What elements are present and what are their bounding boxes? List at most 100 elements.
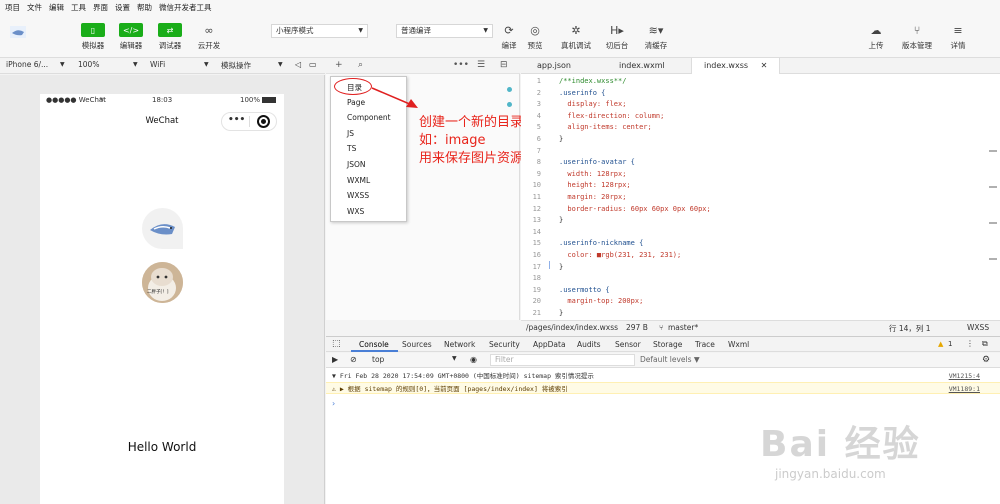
chevron-down-icon[interactable]: ▼	[133, 61, 138, 68]
console-filter-input[interactable]: Filter	[490, 354, 635, 366]
menu-item[interactable]: 界面	[93, 2, 108, 13]
context-menu-item[interactable]: Page	[347, 98, 365, 107]
cursor-position[interactable]: 行 14，列 1	[889, 323, 931, 334]
context-menu-item[interactable]: WXML	[347, 176, 370, 185]
editor-tab[interactable]: index.wxss ✕	[691, 58, 781, 74]
chevron-down-icon[interactable]: ▼	[204, 61, 209, 68]
warning-count[interactable]: 1	[948, 340, 952, 348]
collapse-icon[interactable]: ⊟	[500, 60, 508, 70]
menu-button[interactable]: ≡ 详情	[938, 23, 978, 51]
clear-console-icon[interactable]: ⊘	[350, 355, 357, 364]
eye-button[interactable]: ◎ 预览	[515, 23, 555, 51]
devtools-tab-storage[interactable]: Storage	[653, 340, 682, 349]
code-editor[interactable]: 1 /**index.wxss**/ 2 .userinfo {3 display: …	[521, 74, 1000, 320]
add-file-icon[interactable]: +	[335, 60, 343, 70]
code-text: /**index.wxss**/	[559, 77, 627, 85]
context-menu-item[interactable]: Component	[347, 113, 391, 122]
status-dot	[507, 87, 512, 92]
volume-icon[interactable]: ◁	[295, 60, 301, 69]
devtools-tab-console[interactable]: Console	[359, 340, 389, 349]
branch-button[interactable]: ⑂ 版本管理	[897, 23, 937, 51]
console-prompt-icon[interactable]: ›	[332, 399, 335, 408]
close-mini-program-icon[interactable]	[257, 115, 270, 128]
upload-button[interactable]: ☁ 上传	[856, 23, 896, 51]
chevron-down-icon[interactable]: ▼	[452, 355, 457, 362]
sidebar-toggle-icon[interactable]: ▶	[332, 355, 338, 364]
inspect-icon[interactable]: ⬚	[332, 339, 341, 349]
line-number: 12	[532, 204, 541, 213]
devtools-tab-trace[interactable]: Trace	[695, 340, 715, 349]
gear-icon[interactable]: ⚙	[982, 355, 990, 365]
layers-button[interactable]: ≋▾ 清缓存	[636, 23, 676, 51]
devtools-tab-wxml[interactable]: Wxml	[728, 340, 749, 349]
context-menu-item[interactable]: JSON	[347, 160, 366, 169]
line-number: 6	[536, 135, 541, 143]
cloud-dev-button[interactable]: ∞ 云开发	[189, 23, 229, 51]
upload-icon: ☁	[870, 23, 882, 37]
line-number: 1	[536, 77, 541, 85]
more-icon[interactable]: •••	[228, 115, 245, 125]
switch-button[interactable]: H▸ 切后台	[597, 23, 637, 51]
line-number: 9	[536, 169, 541, 178]
fullscreen-icon[interactable]: ▭	[309, 60, 317, 69]
devtools-tab-appdata[interactable]: AppData	[533, 340, 566, 349]
menu-item[interactable]: 文件	[27, 2, 42, 13]
devtools-tab-network[interactable]: Network	[444, 340, 475, 349]
chevron-down-icon[interactable]: ▼	[60, 61, 65, 68]
devtools-tab-security[interactable]: Security	[489, 340, 520, 349]
language-mode[interactable]: WXSS	[967, 323, 989, 332]
console-source-link[interactable]: VM1189:1	[949, 383, 980, 395]
menu-item[interactable]: 帮助	[137, 2, 152, 13]
editor-tab[interactable]: app.json	[525, 58, 583, 74]
menu-item[interactable]: 项目	[5, 2, 20, 13]
capsule-menu[interactable]: •••	[221, 112, 277, 131]
code-line: 4 flex-direction: column;	[521, 111, 991, 122]
devtools-tab-audits[interactable]: Audits	[577, 340, 601, 349]
context-menu-item[interactable]: WXS	[347, 207, 364, 216]
log-levels-select[interactable]: Default levels ▼	[640, 355, 700, 364]
fish-icon	[150, 224, 175, 235]
annotation-line-3: 用来保存图片资源	[419, 151, 524, 166]
more-icon[interactable]: •••	[453, 60, 469, 70]
highlight-circle	[334, 78, 372, 95]
dock-icon[interactable]: ⧉	[982, 339, 988, 349]
menu-item[interactable]: 工具	[71, 2, 86, 13]
console-text: ⚠ ▶ 根据 sitemap 的规则[0]，当前页面 [pages/index/…	[332, 385, 568, 393]
zoom-select-value: 100%	[78, 60, 100, 69]
menu-item[interactable]: 编辑	[49, 2, 64, 13]
chevron-down-icon[interactable]: ▼	[278, 61, 283, 68]
mode-select[interactable]: 小程序模式 ▼	[271, 24, 368, 38]
debug-button[interactable]: ⇄ 调试器	[150, 23, 190, 51]
console-source-link[interactable]: VM1215:4	[949, 370, 980, 382]
code-line: 3 display: flex;	[521, 99, 991, 110]
close-icon[interactable]: ✕	[758, 61, 768, 70]
operation-select[interactable]: 模拟操作	[221, 60, 251, 71]
editor-tab[interactable]: index.wxml	[607, 58, 677, 74]
code-button[interactable]: </> 编辑器	[111, 23, 151, 51]
toolbar: ▯ 模拟器 </> 编辑器 ⇄ 调试器 ∞ 云开发 小程序模式 ▼ 普通编译 ▼ ⟳ 编译 ◎ 预览 ✲ 真…	[0, 14, 1000, 58]
menu-item[interactable]: 设置	[115, 2, 130, 13]
bug-button[interactable]: ✲ 真机调试	[556, 23, 596, 51]
context-menu-item[interactable]: WXSS	[347, 191, 369, 200]
phone-screen[interactable]: ●●●●● WeChat ≋ 18:03 100% WeChat ••• 二胖子…	[40, 94, 284, 504]
menu-item[interactable]: 微信开发者工具	[159, 2, 212, 13]
more-vertical-icon[interactable]: ⋮	[966, 339, 974, 348]
devtools-tab-sensor[interactable]: Sensor	[615, 340, 641, 349]
phone-button[interactable]: ▯ 模拟器	[73, 23, 113, 51]
upload-label: 上传	[868, 41, 884, 50]
compile-select[interactable]: 普通编译 ▼	[396, 24, 493, 38]
network-select[interactable]: WiFi	[150, 60, 165, 69]
context-menu-item[interactable]: TS	[347, 144, 356, 153]
user-avatar: 二胖子[！]	[142, 262, 183, 303]
line-number: 13	[532, 216, 541, 225]
devtools-tab-sources[interactable]: Sources	[402, 340, 432, 349]
zoom-select[interactable]: 100%	[78, 60, 99, 69]
device-select[interactable]: iPhone 6/...	[6, 60, 48, 69]
eye-icon[interactable]: ◉	[470, 355, 477, 364]
context-menu-item[interactable]: JS	[347, 129, 354, 138]
context-select[interactable]: top	[372, 355, 384, 364]
search-icon[interactable]: ⌕	[358, 60, 363, 70]
sort-icon[interactable]: ☰	[477, 60, 485, 70]
git-branch[interactable]: master*	[668, 323, 698, 332]
project-avatar-icon[interactable]	[10, 26, 26, 38]
